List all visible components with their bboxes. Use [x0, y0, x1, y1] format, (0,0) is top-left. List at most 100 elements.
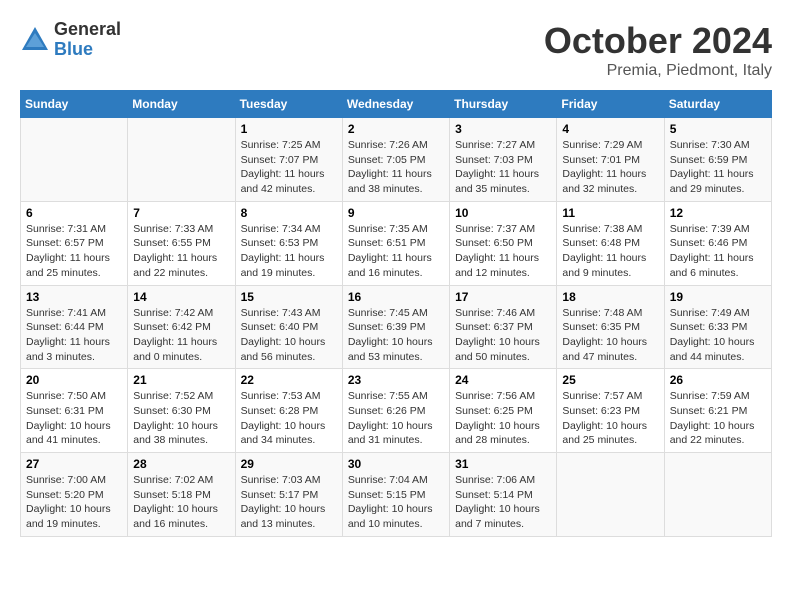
logo-icon [20, 25, 50, 55]
logo-general: General [54, 20, 121, 40]
day-info: Sunrise: 7:38 AMSunset: 6:48 PMDaylight:… [562, 222, 658, 281]
day-number: 15 [241, 290, 337, 304]
day-number: 7 [133, 206, 229, 220]
day-info: Sunrise: 7:03 AMSunset: 5:17 PMDaylight:… [241, 473, 337, 532]
day-number: 25 [562, 373, 658, 387]
day-number: 2 [348, 122, 444, 136]
day-info: Sunrise: 7:50 AMSunset: 6:31 PMDaylight:… [26, 389, 122, 448]
day-number: 13 [26, 290, 122, 304]
day-cell: 10 Sunrise: 7:37 AMSunset: 6:50 PMDayligh… [450, 201, 557, 285]
day-info: Sunrise: 7:48 AMSunset: 6:35 PMDaylight:… [562, 306, 658, 365]
page-header: General Blue October 2024 Premia, Piedmo… [20, 20, 772, 80]
day-info: Sunrise: 7:46 AMSunset: 6:37 PMDaylight:… [455, 306, 551, 365]
day-number: 31 [455, 457, 551, 471]
day-info: Sunrise: 7:42 AMSunset: 6:42 PMDaylight:… [133, 306, 229, 365]
day-number: 8 [241, 206, 337, 220]
day-info: Sunrise: 7:29 AMSunset: 7:01 PMDaylight:… [562, 138, 658, 197]
day-cell: 3Sunrise: 7:27 AMSunset: 7:03 PMDaylight… [450, 118, 557, 202]
day-info: Sunrise: 7:34 AMSunset: 6:53 PMDaylight:… [241, 222, 337, 281]
day-number: 26 [670, 373, 766, 387]
day-cell: 24Sunrise: 7:56 AMSunset: 6:25 PMDayligh… [450, 369, 557, 453]
header-row: SundayMondayTuesdayWednesdayThursdayFrid… [21, 91, 772, 118]
day-info: Sunrise: 7:52 AMSunset: 6:30 PMDaylight:… [133, 389, 229, 448]
day-cell: 22Sunrise: 7:53 AMSunset: 6:28 PMDayligh… [235, 369, 342, 453]
day-cell: 4 Sunrise: 7:29 AMSunset: 7:01 PMDaylight… [557, 118, 664, 202]
day-info: Sunrise: 7:37 AMSunset: 6:50 PMDaylight:… [455, 222, 551, 281]
day-cell: 18 Sunrise: 7:48 AMSunset: 6:35 PMDayligh… [557, 285, 664, 369]
day-number: 20 [26, 373, 122, 387]
day-number: 17 [455, 290, 551, 304]
day-info: Sunrise: 7:02 AMSunset: 5:18 PMDaylight:… [133, 473, 229, 532]
header-cell-saturday: Saturday [664, 91, 771, 118]
day-number: 30 [348, 457, 444, 471]
day-info: Sunrise: 7:06 AMSunset: 5:14 PMDaylight:… [455, 473, 551, 532]
day-number: 10 [455, 206, 551, 220]
day-cell: 31 Sunrise: 7:06 AMSunset: 5:14 PMDayligh… [450, 453, 557, 537]
location: Premia, Piedmont, Italy [544, 62, 772, 80]
month-title: October 2024 [544, 20, 772, 62]
day-number: 18 [562, 290, 658, 304]
day-info: Sunrise: 7:45 AMSunset: 6:39 PMDaylight:… [348, 306, 444, 365]
day-number: 6 [26, 206, 122, 220]
week-row-5: 27 Sunrise: 7:00 AMSunset: 5:20 PMDayligh… [21, 453, 772, 537]
logo-blue: Blue [54, 40, 121, 60]
day-info: Sunrise: 7:43 AMSunset: 6:40 PMDaylight:… [241, 306, 337, 365]
day-cell: 12 Sunrise: 7:39 AMSunset: 6:46 PMDayligh… [664, 201, 771, 285]
day-number: 21 [133, 373, 229, 387]
day-cell: 26Sunrise: 7:59 AMSunset: 6:21 PMDayligh… [664, 369, 771, 453]
logo: General Blue [20, 20, 121, 60]
logo-text: General Blue [54, 20, 121, 60]
day-number: 4 [562, 122, 658, 136]
day-number: 24 [455, 373, 551, 387]
day-info: Sunrise: 7:55 AMSunset: 6:26 PMDaylight:… [348, 389, 444, 448]
day-cell: 14 Sunrise: 7:42 AMSunset: 6:42 PMDayligh… [128, 285, 235, 369]
day-cell [664, 453, 771, 537]
day-cell: 29Sunrise: 7:03 AMSunset: 5:17 PMDayligh… [235, 453, 342, 537]
week-row-1: 1Sunrise: 7:25 AMSunset: 7:07 PMDaylight… [21, 118, 772, 202]
calendar-header: SundayMondayTuesdayWednesdayThursdayFrid… [21, 91, 772, 118]
day-cell: 15 Sunrise: 7:43 AMSunset: 6:40 PMDayligh… [235, 285, 342, 369]
day-info: Sunrise: 7:53 AMSunset: 6:28 PMDaylight:… [241, 389, 337, 448]
day-cell: 27 Sunrise: 7:00 AMSunset: 5:20 PMDayligh… [21, 453, 128, 537]
header-cell-monday: Monday [128, 91, 235, 118]
day-cell: 17 Sunrise: 7:46 AMSunset: 6:37 PMDayligh… [450, 285, 557, 369]
day-cell: 19Sunrise: 7:49 AMSunset: 6:33 PMDayligh… [664, 285, 771, 369]
day-cell [21, 118, 128, 202]
day-number: 19 [670, 290, 766, 304]
day-cell: 7 Sunrise: 7:33 AMSunset: 6:55 PMDaylight… [128, 201, 235, 285]
day-info: Sunrise: 7:04 AMSunset: 5:15 PMDaylight:… [348, 473, 444, 532]
day-number: 9 [348, 206, 444, 220]
calendar-table: SundayMondayTuesdayWednesdayThursdayFrid… [20, 90, 772, 537]
day-cell: 13 Sunrise: 7:41 AMSunset: 6:44 PMDayligh… [21, 285, 128, 369]
day-number: 16 [348, 290, 444, 304]
title-area: October 2024 Premia, Piedmont, Italy [544, 20, 772, 80]
day-number: 3 [455, 122, 551, 136]
day-cell: 20 Sunrise: 7:50 AMSunset: 6:31 PMDayligh… [21, 369, 128, 453]
day-cell: 30 Sunrise: 7:04 AMSunset: 5:15 PMDayligh… [342, 453, 449, 537]
header-cell-friday: Friday [557, 91, 664, 118]
day-cell: 8 Sunrise: 7:34 AMSunset: 6:53 PMDaylight… [235, 201, 342, 285]
day-info: Sunrise: 7:33 AMSunset: 6:55 PMDaylight:… [133, 222, 229, 281]
day-number: 27 [26, 457, 122, 471]
day-cell: 6Sunrise: 7:31 AMSunset: 6:57 PMDaylight… [21, 201, 128, 285]
day-cell: 2 Sunrise: 7:26 AMSunset: 7:05 PMDaylight… [342, 118, 449, 202]
week-row-2: 6Sunrise: 7:31 AMSunset: 6:57 PMDaylight… [21, 201, 772, 285]
calendar-body: 1Sunrise: 7:25 AMSunset: 7:07 PMDaylight… [21, 118, 772, 537]
day-cell [557, 453, 664, 537]
day-number: 23 [348, 373, 444, 387]
day-number: 5 [670, 122, 766, 136]
week-row-3: 13 Sunrise: 7:41 AMSunset: 6:44 PMDayligh… [21, 285, 772, 369]
day-cell: 11Sunrise: 7:38 AMSunset: 6:48 PMDayligh… [557, 201, 664, 285]
day-info: Sunrise: 7:30 AMSunset: 6:59 PMDaylight:… [670, 138, 766, 197]
day-number: 12 [670, 206, 766, 220]
header-cell-wednesday: Wednesday [342, 91, 449, 118]
day-info: Sunrise: 7:00 AMSunset: 5:20 PMDaylight:… [26, 473, 122, 532]
day-number: 14 [133, 290, 229, 304]
day-info: Sunrise: 7:26 AMSunset: 7:05 PMDaylight:… [348, 138, 444, 197]
day-info: Sunrise: 7:41 AMSunset: 6:44 PMDaylight:… [26, 306, 122, 365]
day-cell: 1Sunrise: 7:25 AMSunset: 7:07 PMDaylight… [235, 118, 342, 202]
day-cell: 21 Sunrise: 7:52 AMSunset: 6:30 PMDayligh… [128, 369, 235, 453]
day-cell [128, 118, 235, 202]
day-info: Sunrise: 7:39 AMSunset: 6:46 PMDaylight:… [670, 222, 766, 281]
header-cell-thursday: Thursday [450, 91, 557, 118]
